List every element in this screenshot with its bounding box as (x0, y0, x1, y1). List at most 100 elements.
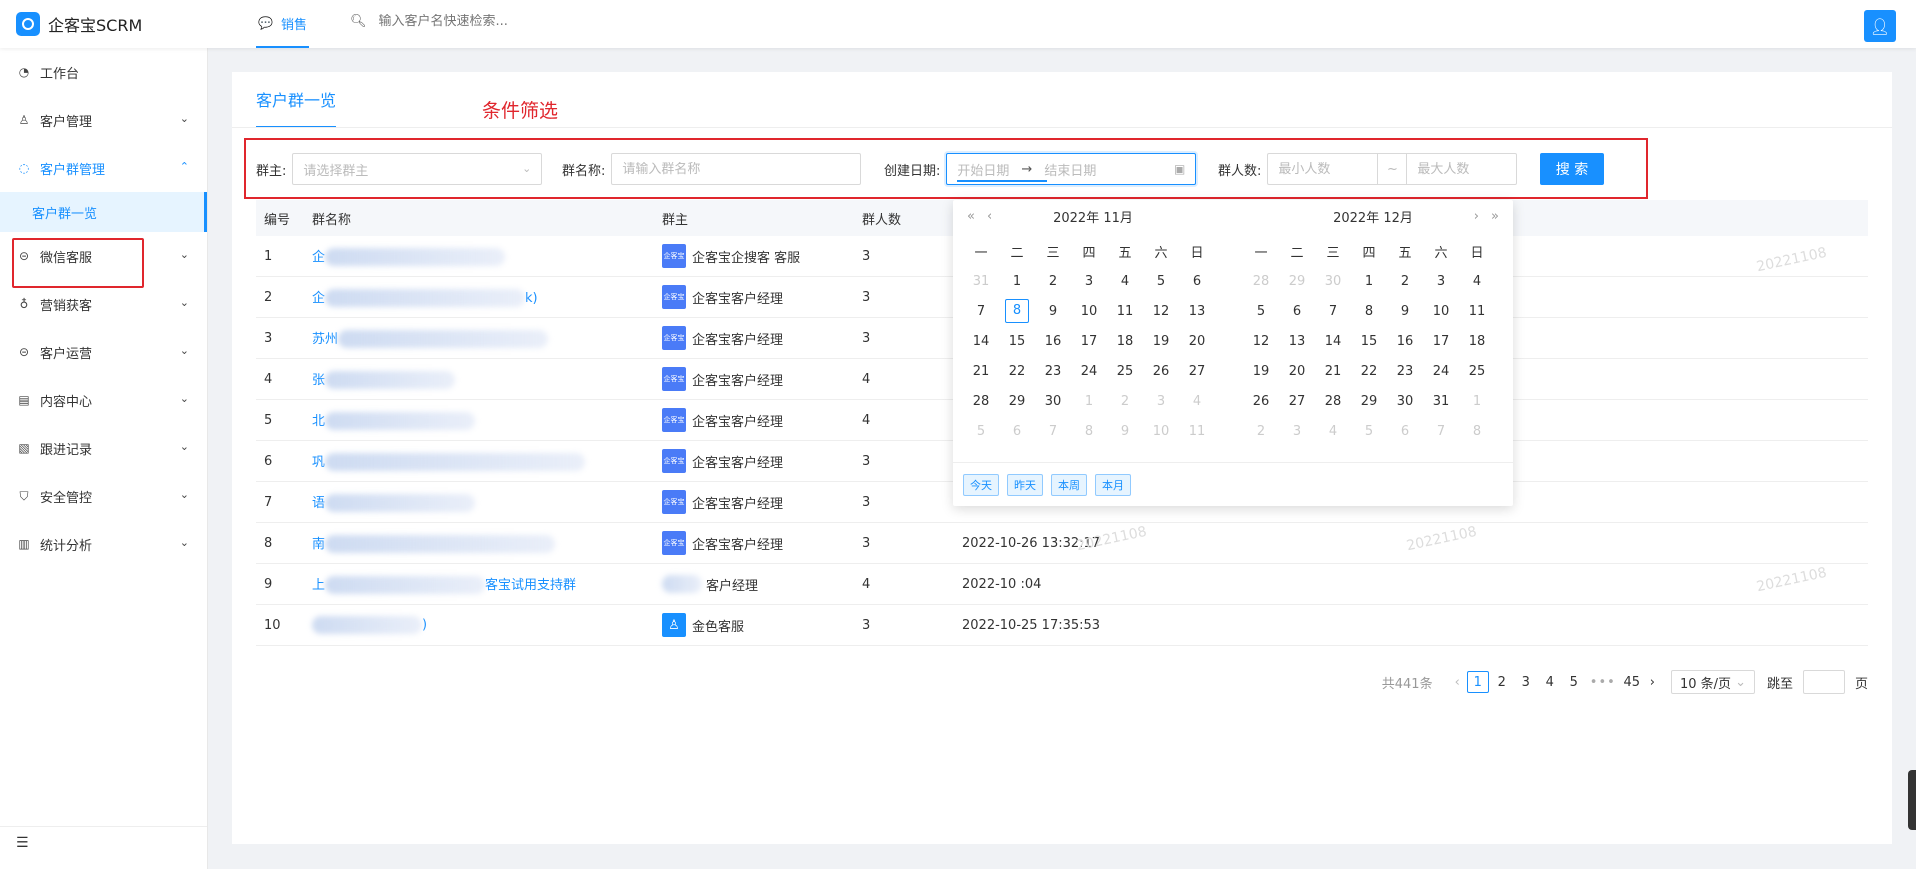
calendar-day[interactable]: 4 (1107, 274, 1143, 289)
min-count-field[interactable] (1267, 153, 1378, 185)
group-name-link[interactable]: 上客宝试用支持群 (306, 574, 656, 595)
calendar-day[interactable]: 3 (1279, 424, 1315, 439)
sidebar-item-content[interactable]: ▤ 内容中心 ⌄ (0, 376, 207, 424)
quick-this-month-button[interactable]: 本月 (1095, 473, 1131, 496)
calendar-day[interactable]: 15 (999, 334, 1035, 349)
calendar-day[interactable]: 2 (1107, 394, 1143, 409)
sidebar-item-wechat-service[interactable]: ⊝ 微信客服 ⌄ (0, 232, 207, 280)
calendar-day[interactable]: 26 (1143, 364, 1179, 379)
calendar-day[interactable]: 11 (1107, 304, 1143, 319)
calendar-day[interactable]: 18 (1107, 334, 1143, 349)
next-year-icon[interactable]: » (1491, 209, 1499, 224)
calendar-day[interactable]: 12 (1143, 304, 1179, 319)
calendar-day[interactable]: 2 (1387, 274, 1423, 289)
calendar-day[interactable]: 20 (1179, 334, 1215, 349)
calendar-day[interactable]: 30 (1315, 274, 1351, 289)
calendar-day[interactable]: 1 (1071, 394, 1107, 409)
calendar-day[interactable]: 9 (1107, 424, 1143, 439)
prev-year-icon[interactable]: « (967, 209, 975, 224)
calendar-day[interactable]: 5 (1243, 304, 1279, 319)
jump-input[interactable] (1802, 670, 1845, 694)
calendar-day[interactable]: 12 (1243, 334, 1279, 349)
calendar-day[interactable]: 6 (1179, 274, 1215, 289)
tab-sales[interactable]: 💬 销售 (256, 0, 309, 48)
quick-yesterday-button[interactable]: 昨天 (1007, 473, 1043, 496)
sidebar-item-groups[interactable]: ◌ 客户群管理 ⌃ (0, 144, 207, 192)
calendar-day[interactable]: 7 (963, 304, 999, 319)
calendar-day[interactable]: 11 (1459, 304, 1495, 319)
calendar-day[interactable]: 25 (1107, 364, 1143, 379)
calendar-day[interactable]: 7 (1423, 424, 1459, 439)
page-4[interactable]: 4 (1539, 671, 1561, 693)
group-name-input[interactable] (622, 161, 851, 177)
calendar-day[interactable]: 10 (1423, 304, 1459, 319)
sidebar-item-security[interactable]: ⛉ 安全管控 ⌄ (0, 472, 207, 520)
sidebar-item-customers[interactable]: ♙ 客户管理 ⌄ (0, 96, 207, 144)
calendar-day[interactable]: 31 (963, 274, 999, 289)
calendar-day[interactable]: 13 (1279, 334, 1315, 349)
calendar-day[interactable]: 26 (1243, 394, 1279, 409)
group-name-link[interactable]: 南 (306, 533, 656, 554)
calendar-day[interactable]: 25 (1459, 364, 1495, 379)
calendar-day[interactable]: 22 (999, 364, 1035, 379)
calendar-day[interactable]: 27 (1279, 394, 1315, 409)
next-page-icon[interactable]: › (1650, 675, 1655, 690)
calendar-day[interactable]: 22 (1351, 364, 1387, 379)
calendar-day[interactable]: 10 (1071, 304, 1107, 319)
calendar-day[interactable]: 14 (1315, 334, 1351, 349)
calendar-day[interactable]: 6 (1279, 304, 1315, 319)
more-pages[interactable]: ••• (1590, 675, 1616, 690)
calendar-day[interactable]: 29 (1351, 394, 1387, 409)
calendar-day[interactable]: 8 (1351, 304, 1387, 319)
max-count-input[interactable] (1417, 161, 1507, 177)
calendar-day[interactable]: 24 (1423, 364, 1459, 379)
calendar-day[interactable]: 2 (1243, 424, 1279, 439)
calendar-day[interactable]: 3 (1071, 274, 1107, 289)
calendar-day[interactable]: 1 (1351, 274, 1387, 289)
calendar-day[interactable]: 24 (1071, 364, 1107, 379)
calendar-day[interactable]: 29 (999, 394, 1035, 409)
table-row[interactable]: 8 南 企客宝 企客宝客户经理 3 2022-10-26 13:32:17 202… (256, 523, 1868, 564)
calendar-day[interactable]: 15 (1351, 334, 1387, 349)
calendar-day[interactable]: 16 (1035, 334, 1071, 349)
calendar-day[interactable]: 3 (1143, 394, 1179, 409)
page-1[interactable]: 1 (1466, 671, 1489, 693)
calendar-day[interactable]: 4 (1179, 394, 1215, 409)
calendar-day[interactable]: 14 (963, 334, 999, 349)
group-name-link[interactable]: 企 (306, 246, 656, 267)
search-button[interactable]: 搜 索 (1540, 153, 1604, 185)
sidebar-item-marketing[interactable]: ♁ 营销获客 ⌄ (0, 280, 207, 328)
global-search[interactable]: 🔍︎ (350, 14, 619, 29)
calendar-day[interactable]: 28 (1243, 274, 1279, 289)
group-name-link[interactable]: 语 (306, 492, 656, 513)
user-avatar[interactable]: 👤︎ (1864, 10, 1896, 42)
max-count-field[interactable] (1407, 153, 1518, 185)
calendar-day[interactable]: 9 (1387, 304, 1423, 319)
calendar-day[interactable]: 23 (1035, 364, 1071, 379)
calendar-day[interactable]: 7 (1035, 424, 1071, 439)
calendar-day[interactable]: 17 (1071, 334, 1107, 349)
sidebar-subitem-group-list[interactable]: 客户群一览 (0, 192, 207, 232)
calendar-day[interactable]: 13 (1179, 304, 1215, 319)
calendar-day[interactable]: 21 (1315, 364, 1351, 379)
calendar-day[interactable]: 27 (1179, 364, 1215, 379)
prev-page-icon[interactable]: ‹ (1455, 675, 1460, 690)
side-handle[interactable] (1908, 770, 1916, 830)
sidebar-item-analytics[interactable]: ▥ 统计分析 ⌄ (0, 520, 207, 568)
sidebar-item-followup[interactable]: ▧ 跟进记录 ⌄ (0, 424, 207, 472)
global-search-input[interactable] (378, 14, 619, 29)
group-name-link[interactable]: 企 k) (306, 287, 656, 308)
calendar-day[interactable]: 28 (963, 394, 999, 409)
calendar-day[interactable]: 10 (1143, 424, 1179, 439)
tab-group-list[interactable]: 客户群一览 (256, 72, 337, 128)
brand-logo[interactable]: 企客宝SCRM (16, 12, 142, 36)
calendar-day[interactable]: 28 (1315, 394, 1351, 409)
page-5[interactable]: 5 (1563, 671, 1585, 693)
calendar-day[interactable]: 19 (1143, 334, 1179, 349)
calendar-day[interactable]: 5 (1351, 424, 1387, 439)
group-name-link[interactable]: 苏州 (306, 328, 656, 349)
quick-today-button[interactable]: 今天 (963, 473, 999, 496)
calendar-day[interactable]: 20 (1279, 364, 1315, 379)
page-2[interactable]: 2 (1491, 671, 1513, 693)
next-month-icon[interactable]: › (1474, 209, 1479, 224)
